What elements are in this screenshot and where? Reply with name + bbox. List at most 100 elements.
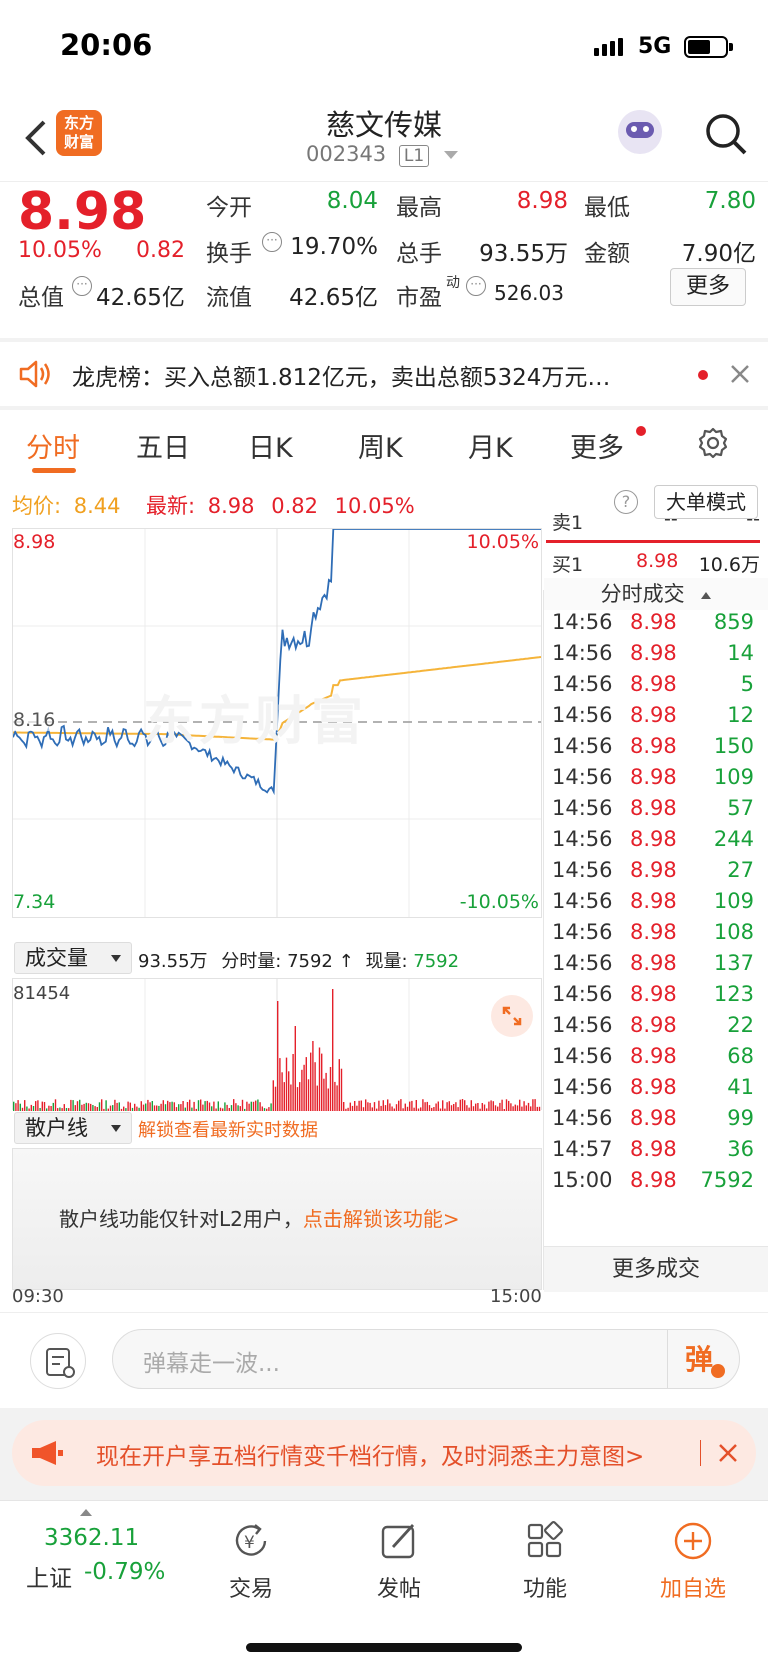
volume-bar <box>118 1102 120 1111</box>
trade-volume: 36 <box>727 1137 754 1161</box>
trade-volume: 14 <box>727 641 754 665</box>
volume-bar <box>206 1100 208 1111</box>
trade-volume: 108 <box>713 920 754 944</box>
trade-row: 14:56 8.98 137 <box>542 951 760 984</box>
volume-bar <box>283 1082 285 1111</box>
trade-volume: 22 <box>727 1013 754 1037</box>
tab-weekly-k[interactable]: 周K <box>358 426 403 465</box>
close-icon[interactable] <box>716 1441 740 1465</box>
trade-row: 14:56 8.98 244 <box>542 827 760 860</box>
volume-bar <box>296 1087 299 1111</box>
tab-intraday[interactable]: 分时 <box>26 426 80 465</box>
volume-bar <box>13 1101 15 1111</box>
price-chart[interactable]: 东方财富 8.98 10.05% 8.16 7.34 -10.05% <box>12 528 542 918</box>
volume-bar <box>406 1106 409 1111</box>
volume-selector[interactable]: 成交量 <box>14 942 132 974</box>
retail-unlock-hint[interactable]: 解锁查看最新实时数据 <box>138 1116 318 1142</box>
latest-value: 8.98 <box>207 494 255 518</box>
retail-unlock-link[interactable]: 点击解锁该功能> <box>303 1207 460 1231</box>
nav-functions[interactable]: 功能 <box>470 1501 620 1611</box>
volume-bar <box>266 1108 268 1111</box>
volume-bar <box>281 1072 283 1111</box>
volume-bar <box>365 1099 367 1111</box>
volume-bar <box>367 1102 369 1111</box>
robot-avatar-icon[interactable] <box>618 110 662 154</box>
volume-bar <box>112 1105 114 1111</box>
volume-bar <box>261 1106 263 1111</box>
volume-bar <box>303 1064 305 1111</box>
danmu-send-button[interactable]: 弹 <box>685 1338 729 1382</box>
volume-bar <box>167 1100 169 1111</box>
dragon-tiger-notice[interactable]: 龙虎榜：买入总额1.812亿元，卖出总额5324万元… <box>0 342 768 406</box>
volume-bar <box>442 1100 444 1111</box>
volume-bar <box>136 1106 138 1111</box>
volume-bar <box>292 1054 294 1111</box>
sell1-volume: -- <box>746 508 760 530</box>
search-icon[interactable] <box>704 112 748 156</box>
trade-price: 8.98 <box>630 1137 677 1161</box>
info-circle-icon[interactable]: ··· <box>262 232 282 252</box>
expand-icon[interactable] <box>491 995 533 1037</box>
volume-bar <box>270 1103 272 1111</box>
retail-locked-panel: 散户线功能仅针对L2用户，点击解锁该功能> <box>12 1148 542 1290</box>
nav-add-watchlist[interactable]: 加自选 <box>618 1501 768 1611</box>
info-circle-icon[interactable]: ··· <box>466 276 486 296</box>
danmu-input[interactable]: 弹幕走一波... 弹 <box>112 1329 740 1389</box>
trades-header[interactable]: 分时成交 <box>544 578 768 610</box>
volume-bar <box>213 1101 215 1111</box>
volume-bar <box>299 1082 301 1111</box>
volume-bar <box>211 1106 213 1111</box>
sell1-price: -- <box>664 508 678 530</box>
tab-daily-k[interactable]: 日K <box>248 426 293 465</box>
buy1-volume: 10.6万 <box>698 554 760 576</box>
volume-bar <box>92 1105 94 1111</box>
volume-bar <box>160 1103 162 1111</box>
settings-gear-icon[interactable] <box>696 426 730 460</box>
tab-monthly-k[interactable]: 月K <box>468 426 513 465</box>
volume-bar <box>332 989 334 1111</box>
trade-time: 14:56 <box>552 641 613 665</box>
signal-icon <box>594 38 630 56</box>
tab-five-day[interactable]: 五日 <box>136 426 190 465</box>
volume-chart[interactable]: 81454 <box>12 978 542 1111</box>
svg-text:¥: ¥ <box>244 1533 255 1553</box>
volume-bar <box>376 1108 378 1111</box>
volume-bar <box>43 1102 46 1111</box>
nav-add-watchlist-label: 加自选 <box>659 1577 726 1602</box>
volume-bar <box>105 1100 107 1111</box>
index-widget[interactable]: 3362.11 上证 -0.79% <box>0 1501 170 1611</box>
stock-code-row[interactable]: 002343 L1 <box>306 142 458 172</box>
open-label: 今开 <box>206 195 252 221</box>
volume-selector-label: 成交量 <box>25 946 88 970</box>
trade-volume: 68 <box>727 1044 754 1068</box>
float-label: 流值 <box>206 285 252 311</box>
now-volume: 7592 <box>413 951 460 972</box>
retail-line-selector[interactable]: 散户线 <box>14 1112 132 1144</box>
volume-bar <box>395 1104 398 1111</box>
close-icon[interactable] <box>728 362 752 386</box>
volume-bar <box>290 1084 292 1111</box>
trade-row: 14:56 8.98 68 <box>542 1044 760 1077</box>
volume-bar <box>96 1107 98 1111</box>
battery-icon <box>684 36 733 58</box>
volume-bar <box>389 1103 391 1111</box>
volume-bar <box>178 1104 180 1111</box>
info-circle-icon[interactable]: ··· <box>72 276 92 296</box>
more-trades-button[interactable]: 更多成交 <box>544 1246 768 1292</box>
more-button[interactable]: 更多 <box>670 268 746 306</box>
volume-bar <box>294 1026 296 1111</box>
volume-bar <box>79 1099 81 1111</box>
nav-trade[interactable]: ¥ 交易 <box>176 1501 326 1611</box>
volume-bar <box>362 1107 365 1111</box>
volume-bar <box>532 1099 534 1111</box>
volume-bar <box>17 1100 19 1111</box>
danmu-settings-icon[interactable] <box>30 1333 86 1389</box>
nav-post-label: 发帖 <box>376 1577 421 1602</box>
volume-bar <box>470 1100 472 1111</box>
retail-msg: 散户线功能仅针对L2用户， <box>59 1207 303 1231</box>
tab-more[interactable]: 更多 <box>570 426 624 465</box>
volume-bar <box>268 1107 270 1111</box>
promo-banner[interactable]: 现在开户享五档行情变千档行情，及时洞悉主力意图> <box>12 1420 756 1486</box>
nav-post[interactable]: 发帖 <box>324 1501 474 1611</box>
volume-bar <box>382 1100 384 1111</box>
